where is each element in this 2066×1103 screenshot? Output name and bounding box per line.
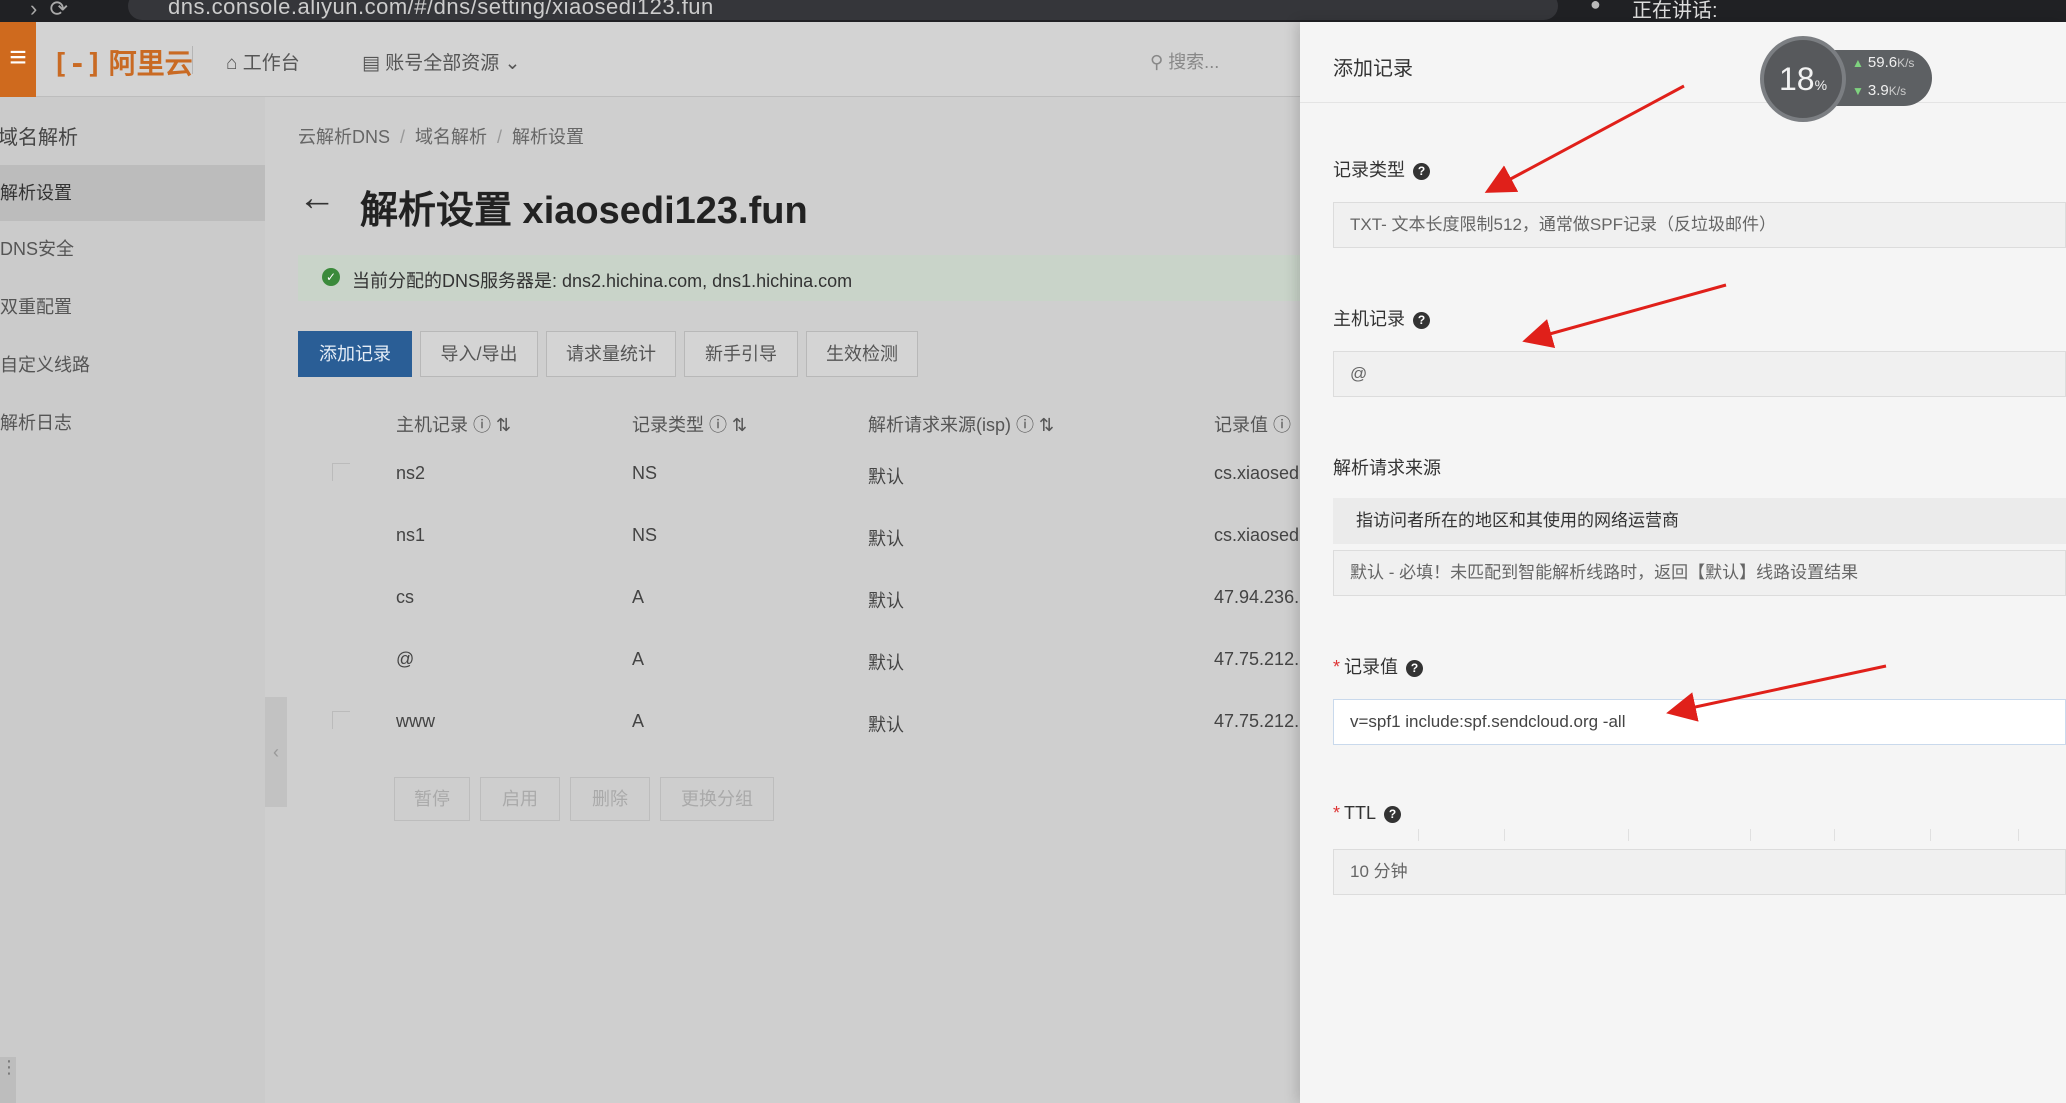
workbench-link[interactable]: ⌂ 工作台: [226, 48, 300, 75]
cell-value: 47.75.212.1: [1214, 711, 1310, 731]
record-value-label: * 记录值?: [1333, 653, 1424, 679]
breadcrumb: 云解析DNS / 域名解析 / 解析设置: [298, 127, 585, 147]
row-checkbox[interactable]: [332, 463, 350, 481]
import-export-button[interactable]: 导入/导出: [420, 331, 538, 377]
breadcrumb-item[interactable]: 域名解析: [415, 127, 487, 147]
column-header-isp[interactable]: 解析请求来源(isp) ⓘ ⇅: [868, 411, 1054, 437]
breadcrumb-item: 解析设置: [512, 127, 585, 147]
column-header-host[interactable]: 主机记录 ⓘ ⇅: [396, 411, 511, 437]
request-stats-button[interactable]: 请求量统计: [546, 331, 676, 377]
table-row[interactable]: www A 默认 47.75.212.1: [298, 691, 1309, 753]
sidebar-collapse-handle[interactable]: ‹: [265, 697, 287, 807]
cell-host: www: [396, 711, 435, 731]
ttl-label: * TTL?: [1333, 803, 1402, 824]
cell-isp: 默认: [868, 591, 904, 611]
record-type-select[interactable]: TXT- 文本长度限制512，通常做SPF记录（反垃圾邮件）: [1333, 202, 2066, 248]
top-navbar: ≡ [-] 阿里云 ⌂ 工作台 ▤ 账号全部资源 ⌄ ⚲ 搜索...: [0, 22, 1300, 97]
cell-host: cs: [396, 587, 414, 607]
ttl-select[interactable]: 10 分钟: [1333, 849, 2066, 895]
cell-isp: 默认: [868, 653, 904, 673]
sidebar-item-resolve-log[interactable]: 解析日志: [0, 395, 265, 451]
table-row[interactable]: ns2 NS 默认 cs.xiaosedi: [298, 443, 1304, 505]
dns-console: ≡ [-] 阿里云 ⌂ 工作台 ▤ 账号全部资源 ⌄ ⚲ 搜索... 域名解析 解…: [0, 22, 1309, 1103]
cell-isp: 默认: [868, 467, 904, 487]
resources-dropdown[interactable]: ▤ 账号全部资源 ⌄: [362, 48, 520, 75]
host-record-input[interactable]: @: [1333, 351, 2066, 397]
notice-text: 当前分配的DNS服务器是: dns2.hichina.com, dns1.hic…: [352, 271, 853, 291]
sidebar-item-custom-line[interactable]: 自定义线路: [0, 337, 265, 393]
change-group-button[interactable]: 更换分组: [660, 777, 774, 821]
download-arrow-icon: ▼: [1852, 84, 1864, 98]
column-header-value[interactable]: 记录值 ⓘ: [1214, 411, 1291, 437]
divider: [1300, 102, 2066, 103]
record-value-input[interactable]: v=spf1 include:spf.sendcloud.org -all: [1333, 699, 2066, 745]
add-record-button[interactable]: 添加记录: [298, 331, 412, 377]
isp-label: 解析请求来源: [1333, 458, 1441, 478]
breadcrumb-item[interactable]: 云解析DNS: [298, 127, 390, 147]
cell-value: 47.75.212.1: [1214, 649, 1310, 669]
sidebar: 域名解析 解析设置 DNS安全 双重配置 自定义线路 解析日志 ‹ ⋮: [0, 97, 287, 1103]
sidebar-title: 域名解析: [0, 127, 78, 149]
page-title: 解析设置 xiaosedi123.fun: [360, 190, 808, 232]
cell-type: NS: [632, 463, 658, 483]
sidebar-item-resolve-settings[interactable]: 解析设置: [0, 165, 265, 221]
host-record-label: 主机记录?: [1333, 305, 1430, 331]
cell-host: ns2: [396, 463, 426, 483]
back-arrow-icon[interactable]: ←: [298, 177, 336, 220]
browser-toolbar: › ⟳ dns.console.aliyun.com/#/dns/setting…: [0, 0, 2066, 22]
isp-hint: 指访问者所在的地区和其使用的网络运营商: [1333, 498, 2066, 544]
corner-menu-icon[interactable]: ⋮: [0, 1057, 18, 1103]
upload-arrow-icon: ▲: [1852, 56, 1864, 70]
upload-speed: ▲ 59.6K/s: [1852, 54, 1915, 71]
cpu-usage-gauge: 18%: [1760, 36, 1846, 122]
row-checkbox[interactable]: [332, 711, 350, 729]
sidebar-item-dual-config[interactable]: 双重配置: [0, 279, 265, 335]
cell-value: 47.94.236.1: [1214, 587, 1310, 607]
help-icon[interactable]: ?: [1413, 312, 1430, 329]
cell-host: @: [396, 649, 415, 669]
sidebar-item-dns-security[interactable]: DNS安全: [0, 221, 265, 277]
cell-type: NS: [632, 525, 658, 545]
help-icon[interactable]: ?: [1406, 660, 1424, 677]
cell-value: cs.xiaosedi: [1214, 463, 1304, 483]
cell-type: A: [632, 587, 645, 607]
download-speed: ▼ 3.9K/s: [1852, 82, 1907, 99]
hamburger-menu-icon[interactable]: ≡: [0, 22, 36, 97]
divider: [192, 46, 193, 74]
table-row[interactable]: @ A 默认 47.75.212.1: [298, 629, 1309, 691]
table-row[interactable]: cs A 默认 47.94.236.1: [298, 567, 1309, 629]
drawer-title: 添加记录: [1333, 58, 1413, 80]
cell-host: ns1: [396, 525, 426, 545]
cell-type: A: [632, 649, 645, 669]
table-row[interactable]: ns1 NS 默认 cs.xiaosedi: [298, 505, 1304, 567]
cell-type: A: [632, 711, 645, 731]
pause-button[interactable]: 暂停: [394, 777, 470, 821]
help-icon[interactable]: ?: [1384, 806, 1402, 823]
cell-isp: 默认: [868, 715, 904, 735]
add-record-drawer: 添加记录 记录类型? TXT- 文本长度限制512，通常做SPF记录（反垃圾邮件…: [1300, 22, 2066, 1103]
speaking-status: 正在讲话:: [1632, 0, 1718, 22]
effect-check-button[interactable]: 生效检测: [806, 331, 918, 377]
network-speed-widget[interactable]: 18% ▲ 59.6K/s ▼ 3.9K/s: [1760, 36, 1932, 122]
enable-button[interactable]: 启用: [480, 777, 560, 821]
beginner-guide-button[interactable]: 新手引导: [684, 331, 798, 377]
help-icon[interactable]: ?: [1413, 163, 1430, 180]
address-bar-url[interactable]: dns.console.aliyun.com/#/dns/setting/xia…: [168, 0, 714, 20]
dns-server-notice: ✓ 当前分配的DNS服务器是: dns2.hichina.com, dns1.h…: [298, 255, 1300, 301]
ttl-ticks: [1418, 823, 2066, 843]
check-circle-icon: ✓: [322, 268, 340, 286]
cell-value: cs.xiaosedi: [1214, 525, 1304, 545]
isp-select[interactable]: 默认 - 必填！未匹配到智能解析线路时，返回【默认】线路设置结果: [1333, 550, 2066, 596]
cell-isp: 默认: [868, 529, 904, 549]
delete-button[interactable]: 删除: [570, 777, 650, 821]
record-type-label: 记录类型?: [1333, 156, 1430, 182]
column-header-type[interactable]: 记录类型 ⓘ ⇅: [632, 411, 747, 437]
search-input[interactable]: ⚲ 搜索...: [1150, 48, 1219, 74]
aliyun-logo[interactable]: [-] 阿里云: [52, 42, 193, 82]
microphone-icon: ●: [1590, 0, 1601, 14]
reload-icon[interactable]: › ⟳: [30, 0, 68, 22]
